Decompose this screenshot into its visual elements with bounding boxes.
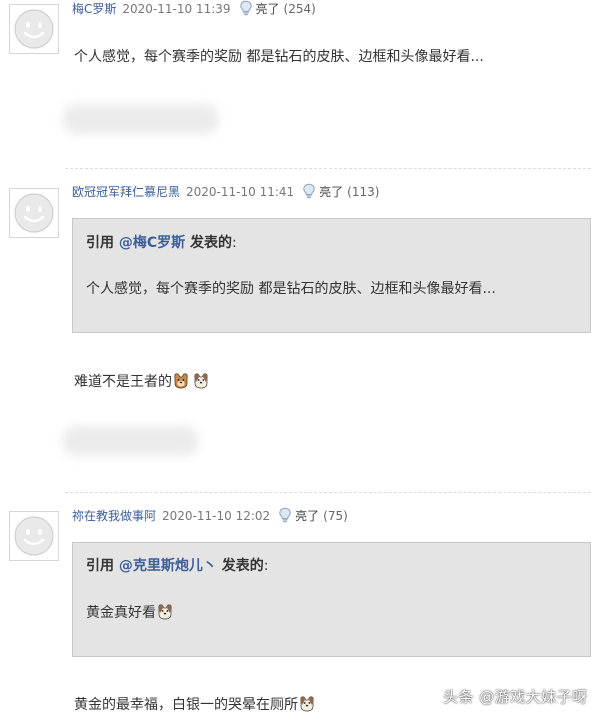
lightbulb-icon[interactable] <box>278 507 292 527</box>
quote-text: 黄金真好看 <box>86 605 156 621</box>
default-avatar-icon <box>10 512 58 560</box>
comment-text: 黄金的最幸福，白银一的哭晕在厕所 <box>74 697 298 713</box>
comment-datetime: 2020-11-10 11:41 <box>186 185 295 199</box>
avatar[interactable] <box>9 511 59 561</box>
watermark: 头条 @游戏大妹子呀 <box>443 688 588 706</box>
like-count: (75) <box>323 509 348 523</box>
comment-divider <box>65 492 591 493</box>
quote-text: 个人感觉，每个赛季的奖励 都是钻石的皮肤、边框和头像最好看... <box>86 281 496 297</box>
comment-datetime: 2020-11-10 12:02 <box>162 509 271 523</box>
doge-emoji-icon <box>298 694 316 718</box>
quote-author-link[interactable]: @克里斯炮儿丶 <box>119 558 217 574</box>
blurred-reply-bar <box>63 426 198 456</box>
doge-emoji-icon <box>192 371 210 395</box>
quote-prefix: 引用 <box>86 558 119 574</box>
like-button-label[interactable]: 亮了 <box>295 509 319 523</box>
default-avatar-icon <box>10 5 58 53</box>
lightbulb-icon[interactable] <box>302 183 316 203</box>
comment-divider <box>65 168 591 169</box>
quote-suffix: 发表的 <box>185 235 233 251</box>
like-count: (254) <box>283 2 316 16</box>
quote-prefix: 引用 <box>86 235 119 251</box>
quote-colon: : <box>263 558 269 574</box>
comment-meta: 梅C罗斯 2020-11-10 11:39 亮了 (254) <box>72 0 316 20</box>
lightbulb-icon[interactable] <box>239 0 253 20</box>
quote-header: 引用 @克里斯炮儿丶 发表的: <box>86 556 268 576</box>
username[interactable]: 祢在教我做事阿 <box>72 509 156 523</box>
quote-block: 引用 @克里斯炮儿丶 发表的: 黄金真好看 <box>72 542 591 657</box>
avatar[interactable] <box>9 4 59 54</box>
comment-text: 个人感觉，每个赛季的奖励 都是钻石的皮肤、边框和头像最好看... <box>74 49 484 65</box>
quote-header: 引用 @梅C罗斯 发表的: <box>86 233 237 253</box>
like-button-label[interactable]: 亮了 <box>319 185 343 199</box>
quote-text-row: 黄金真好看 <box>86 602 174 626</box>
default-avatar-icon <box>10 189 58 237</box>
avatar[interactable] <box>9 188 59 238</box>
comment-text-row: 难道不是王者的 <box>74 371 210 395</box>
doge-emoji-icon <box>156 602 174 626</box>
doge-emoji-icon <box>172 371 190 395</box>
comment-text: 难道不是王者的 <box>74 374 172 390</box>
quote-author-link[interactable]: @梅C罗斯 <box>119 235 185 251</box>
username[interactable]: 梅C罗斯 <box>72 2 116 16</box>
blurred-reply-bar <box>63 104 218 134</box>
username[interactable]: 欧冠冠军拜仁慕尼黑 <box>72 185 180 199</box>
comment-meta: 祢在教我做事阿 2020-11-10 12:02 亮了 (75) <box>72 507 348 527</box>
quote-block: 引用 @梅C罗斯 发表的: 个人感觉，每个赛季的奖励 都是钻石的皮肤、边框和头像… <box>72 218 591 333</box>
comment-text-row: 黄金的最幸福，白银一的哭晕在厕所 <box>74 694 316 718</box>
like-button-label[interactable]: 亮了 <box>256 2 280 16</box>
quote-colon: : <box>232 235 237 251</box>
comment-datetime: 2020-11-10 11:39 <box>122 2 231 16</box>
quote-suffix: 发表的 <box>216 558 264 574</box>
like-count: (113) <box>347 185 380 199</box>
comment-meta: 欧冠冠军拜仁慕尼黑 2020-11-10 11:41 亮了 (113) <box>72 183 379 203</box>
